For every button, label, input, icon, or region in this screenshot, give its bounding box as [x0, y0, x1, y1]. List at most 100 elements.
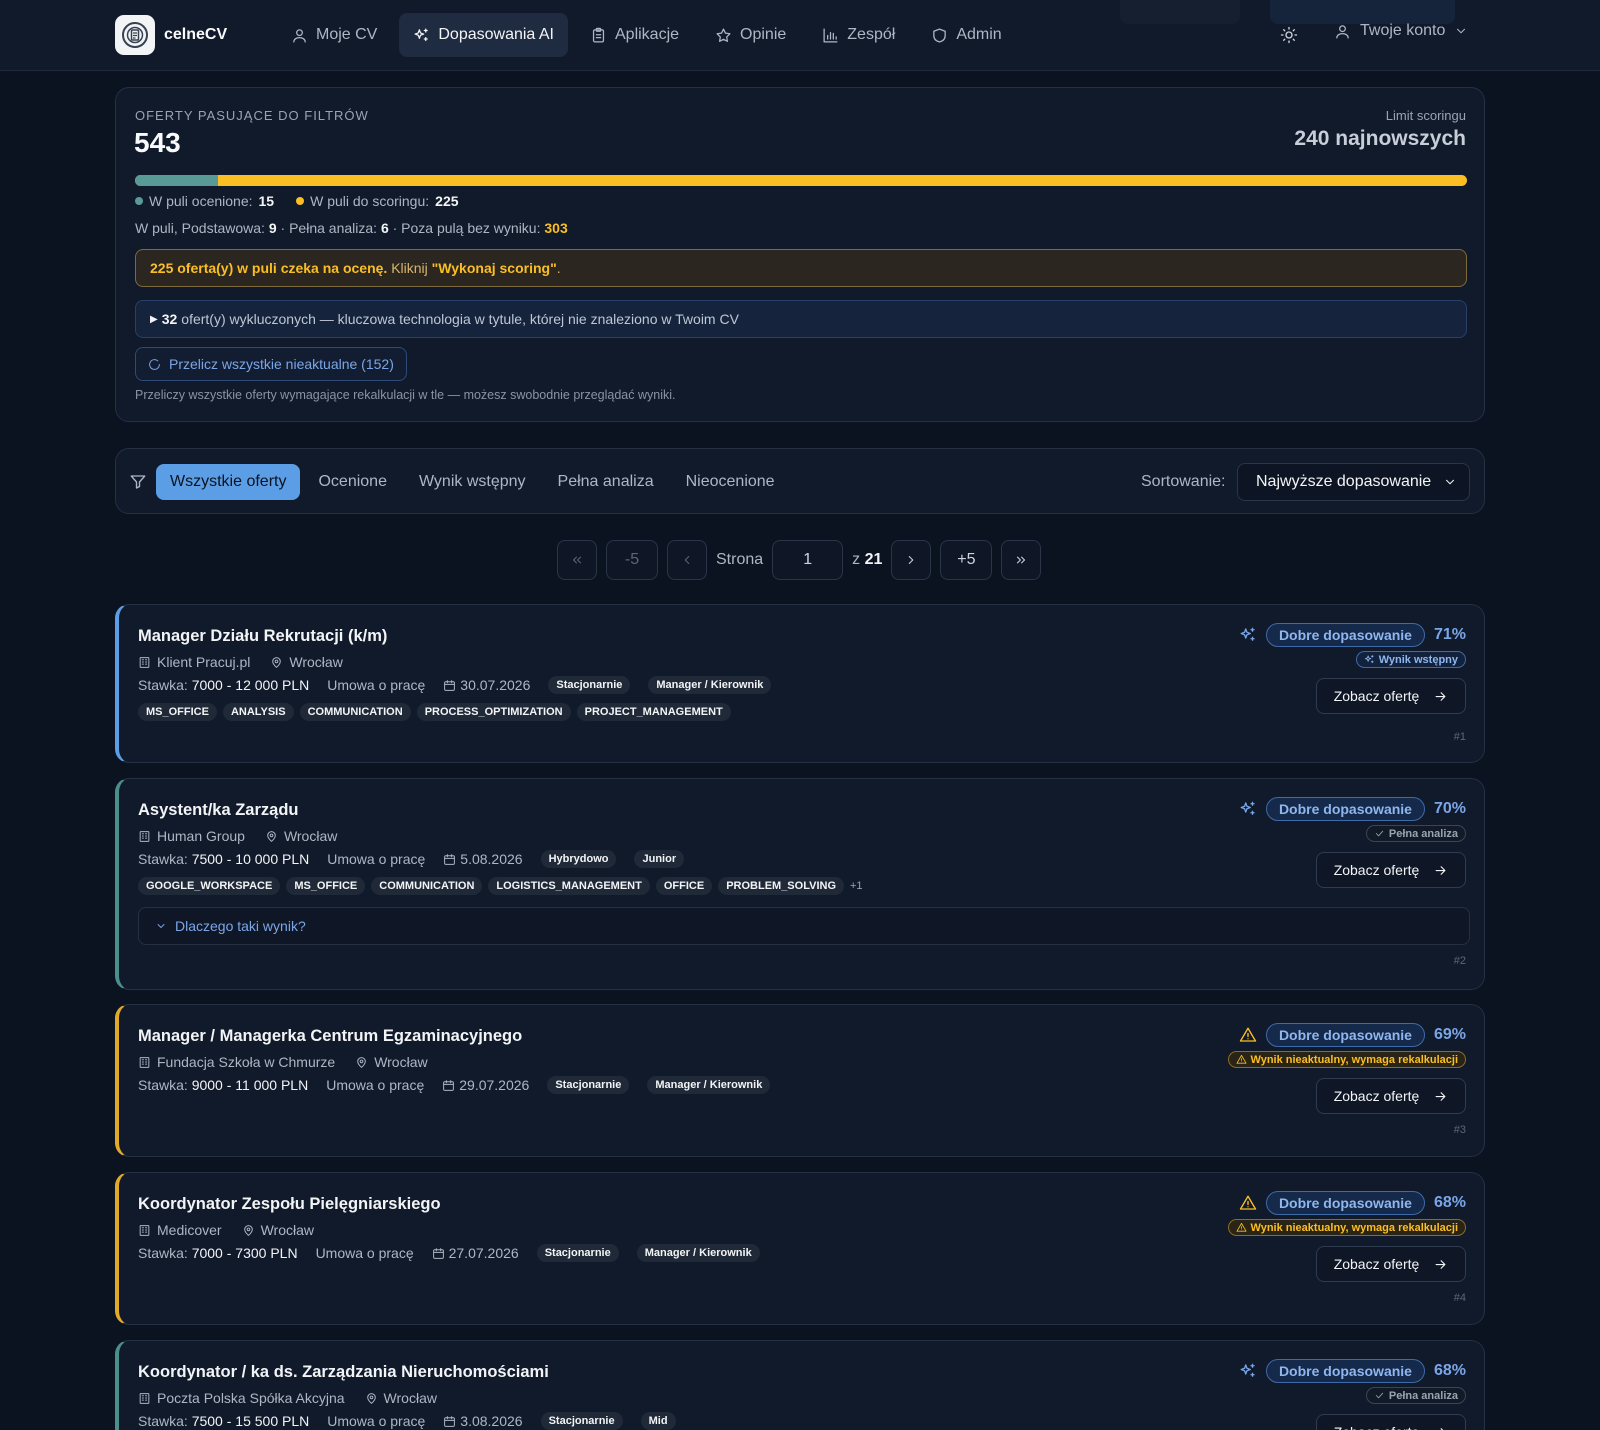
rate-value: 7000 - 12 000 PLN: [191, 677, 310, 693]
nav-label: Dopasowania AI: [438, 26, 554, 43]
match-score: Dobre dopasowanie 71%: [1239, 623, 1466, 647]
scoring-limit-value: 240 najnowszych: [1294, 127, 1466, 150]
match-percentage: 71%: [1433, 626, 1466, 643]
rate-label: Stawka:: [138, 1245, 188, 1261]
filter-tab-full-analysis[interactable]: Pełna analiza: [544, 464, 668, 500]
calendar-icon: [432, 1248, 444, 1259]
stats-full-label: · Pełna analiza:: [280, 220, 378, 236]
offer-title[interactable]: Manager Działu Rekrutacji (k/m): [138, 627, 387, 646]
offer-card[interactable]: Koordynator Zespołu Pielęgniarskiego Med…: [115, 1172, 1485, 1325]
skill-tag: OFFICE: [655, 877, 713, 895]
refresh-icon: [149, 358, 160, 370]
offer-meta: Poczta Polska Spółka Akcyjna Wrocław: [138, 1390, 437, 1406]
offer-rank: #3: [1453, 1124, 1466, 1136]
view-offer-button[interactable]: Zobacz ofertę: [1316, 1246, 1466, 1282]
view-offer-label: Zobacz ofertę: [1333, 862, 1420, 878]
scoring-limit-label: Limit scoringu: [1385, 108, 1466, 123]
offer-details: Stawka: 7500 - 10 000 PLN Umowa o pracę …: [138, 850, 685, 868]
rate-label: Stawka:: [138, 677, 188, 693]
minus-5-pages-button[interactable]: -5: [606, 540, 658, 580]
score-status-label: Wynik wstępny: [1378, 653, 1458, 666]
filter-tab-scored[interactable]: Ocenione: [304, 464, 401, 500]
recalculate-note: Przeliczy wszystkie oferty wymagające re…: [135, 388, 676, 402]
offer-rate: Stawka: 7000 - 12 000 PLN: [138, 677, 309, 693]
score-status-label: Pełna analiza: [1388, 1389, 1458, 1402]
why-score-toggle[interactable]: Dlaczego taki wynik?: [138, 907, 1470, 945]
user-icon: [293, 28, 306, 43]
stats-outside-label: · Poza pulą bez wyniku:: [392, 220, 541, 236]
view-offer-button[interactable]: Zobacz ofertę: [1316, 1078, 1466, 1114]
theme-toggle-button[interactable]: [1280, 26, 1298, 44]
offer-card[interactable]: Manager Działu Rekrutacji (k/m) Klient P…: [115, 604, 1485, 763]
nav-zespol[interactable]: Zespół: [808, 13, 909, 57]
previous-page-button[interactable]: [667, 540, 707, 580]
next-page-button[interactable]: [891, 540, 932, 580]
offer-title[interactable]: Koordynator Zespołu Pielęgniarskiego: [138, 1195, 441, 1214]
match-quality-badge: Dobre dopasowanie: [1265, 797, 1425, 821]
offer-date-value: 5.08.2026: [460, 851, 523, 867]
nav-moje-cv[interactable]: Moje CV: [277, 13, 391, 57]
view-offer-button[interactable]: Zobacz ofertę: [1316, 852, 1466, 888]
nav-label: Opinie: [740, 26, 787, 43]
offer-location: Wrocław: [283, 828, 338, 844]
view-offer-button[interactable]: Zobacz ofertę: [1316, 1414, 1466, 1430]
page-of-label: z 21: [852, 551, 882, 569]
offer-card[interactable]: Asystent/ka Zarządu Human Group Wrocław …: [115, 778, 1485, 990]
offer-contract: Umowa o pracę: [315, 1245, 414, 1261]
check-icon: [1375, 1392, 1384, 1399]
sort-select[interactable]: Najwyższe dopasowanie: [1237, 463, 1470, 501]
map-pin-icon: [267, 830, 276, 842]
page-number-input[interactable]: 1: [772, 540, 844, 580]
filter-tab-preliminary[interactable]: Wynik wstępny: [405, 464, 540, 500]
skill-tag: MS_OFFICE: [138, 703, 217, 721]
filter-tab-unscored[interactable]: Nieocenione: [672, 464, 789, 500]
more-tags-count[interactable]: +1: [850, 880, 863, 892]
offer-contract: Umowa o pracę: [326, 1077, 425, 1093]
rate-value: 7500 - 10 000 PLN: [191, 851, 310, 867]
offer-date-value: 3.08.2026: [460, 1413, 523, 1429]
nav-admin[interactable]: Admin: [917, 13, 1015, 57]
nav-aplikacje[interactable]: Aplikacje: [576, 13, 693, 57]
offer-card[interactable]: Manager / Managerka Centrum Egzaminacyjn…: [115, 1004, 1485, 1157]
building-icon: [139, 830, 150, 842]
bar-chart-icon: [823, 27, 838, 43]
filter-tab-all[interactable]: Wszystkie oferty: [156, 464, 301, 500]
legend-scored-label: W puli ocenione:: [149, 193, 253, 209]
rate-label: Stawka:: [138, 1413, 188, 1429]
match-percentage: 69%: [1433, 1026, 1466, 1043]
brand-logo[interactable]: celneCV: [115, 15, 227, 55]
first-page-button[interactable]: [557, 540, 597, 580]
pending-dot-icon: [296, 197, 305, 205]
map-pin-icon: [272, 656, 282, 668]
pending-alert-bold: 225 oferta(y) w puli czeka na ocenę.: [150, 260, 388, 276]
offer-title[interactable]: Koordynator / ka ds. Zarządzania Nieruch…: [138, 1363, 549, 1382]
match-quality-badge: Dobre dopasowanie: [1265, 623, 1425, 647]
scoring-progress-bar: [135, 175, 1467, 186]
offer-title[interactable]: Manager / Managerka Centrum Egzaminacyjn…: [138, 1027, 522, 1046]
score-status-badge: Wynik nieaktualny, wymaga rekalkulacji: [1227, 1219, 1466, 1236]
filter-tabs: Wszystkie oferty Ocenione Wynik wstępny …: [156, 464, 789, 500]
last-page-button[interactable]: [1001, 540, 1042, 580]
view-offer-button[interactable]: Zobacz ofertę: [1316, 678, 1466, 714]
score-status-badge: Wynik wstępny: [1355, 651, 1466, 668]
nav-dopasowania-ai[interactable]: Dopasowania AI: [399, 13, 568, 57]
main-nav: Moje CV Dopasowania AI Aplikacje Opinie …: [277, 13, 1016, 57]
match-percentage: 68%: [1433, 1194, 1466, 1211]
chevron-down-icon: [1457, 28, 1466, 34]
plus-5-pages-button[interactable]: +5: [940, 540, 993, 580]
legend-pending-value: 225: [435, 193, 459, 209]
excluded-offers-toggle[interactable]: ▶ 32 ofert(y) wykluczonych — kluczowa te…: [135, 300, 1467, 338]
offer-card[interactable]: Koordynator / ka ds. Zarządzania Nieruch…: [115, 1340, 1485, 1430]
skill-tag: MS_OFFICE: [286, 877, 366, 895]
stats-full-value: 6: [380, 220, 389, 236]
nav-opinie[interactable]: Opinie: [701, 13, 800, 57]
pending-scoring-alert: 225 oferta(y) w puli czeka na ocenę. Kli…: [135, 249, 1467, 287]
level-badge: Mid: [640, 1412, 676, 1430]
caret-right-icon: ▶: [150, 313, 158, 325]
warning-icon: [1239, 1027, 1257, 1042]
map-pin-icon: [366, 1392, 376, 1404]
recalculate-all-button[interactable]: Przelicz wszystkie nieaktualne (152): [135, 347, 407, 381]
skill-tag: PROJECT_MANAGEMENT: [576, 703, 731, 721]
account-menu[interactable]: Twoje konto: [1334, 22, 1468, 40]
offer-title[interactable]: Asystent/ka Zarządu: [138, 801, 298, 820]
